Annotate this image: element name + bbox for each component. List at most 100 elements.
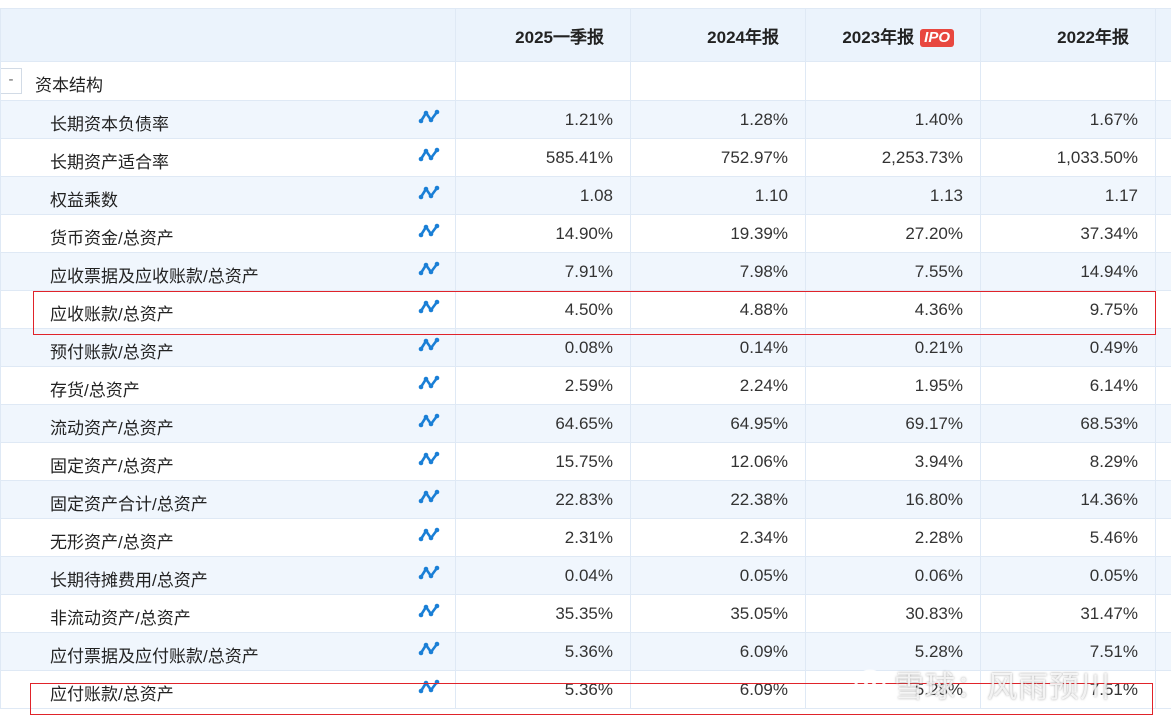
trend-chart-icon[interactable] xyxy=(418,488,442,506)
value-cell: 1.10 xyxy=(630,176,806,215)
row-label: 应收票据及应收账款/总资产 xyxy=(50,267,259,286)
table-row: 长期资本负债率 1.21% 1.28% 1.40% 1.67% xyxy=(0,100,1171,139)
value-cell: 1.95% xyxy=(805,366,981,405)
value-cell: 3.94% xyxy=(805,442,981,481)
edge-cell xyxy=(1155,594,1171,633)
row-label: 预付账款/总资产 xyxy=(50,343,174,362)
table-row: 非流动资产/总资产 35.35% 35.05% 30.83% 31.47% xyxy=(0,594,1171,633)
edge-cell xyxy=(1155,518,1171,557)
trend-chart-icon[interactable] xyxy=(418,298,442,316)
trend-chart-icon[interactable] xyxy=(418,450,442,468)
row-label-cell: 应收票据及应收账款/总资产 xyxy=(0,252,456,291)
trend-chart-icon[interactable] xyxy=(418,640,442,658)
value-cell: 1,033.50% xyxy=(980,138,1156,177)
value-cell: 4.50% xyxy=(455,290,631,329)
trend-chart-icon[interactable] xyxy=(418,336,442,354)
trend-chart-icon[interactable] xyxy=(418,602,442,620)
row-label-cell: 应付账款/总资产 xyxy=(0,670,456,709)
empty-cell xyxy=(630,61,806,101)
value-cell: 5.36% xyxy=(455,632,631,671)
value-cell: 1.67% xyxy=(980,100,1156,139)
row-label-cell: 存货/总资产 xyxy=(0,366,456,405)
ipo-badge: IPO xyxy=(920,28,954,47)
value-cell: 2.34% xyxy=(630,518,806,557)
row-label: 货币资金/总资产 xyxy=(50,229,174,248)
column-header-2025q1[interactable]: 2025一季报 xyxy=(455,8,631,62)
value-cell: 19.39% xyxy=(630,214,806,253)
trend-chart-icon[interactable] xyxy=(418,526,442,544)
value-cell: 1.28% xyxy=(630,100,806,139)
value-cell: 7.91% xyxy=(455,252,631,291)
edge-cell xyxy=(1155,632,1171,671)
row-label-cell: 长期待摊费用/总资产 xyxy=(0,556,456,595)
table-row: 无形资产/总资产 2.31% 2.34% 2.28% 5.46% xyxy=(0,518,1171,557)
row-label: 无形资产/总资产 xyxy=(50,533,174,552)
value-cell: 2,253.73% xyxy=(805,138,981,177)
trend-chart-icon[interactable] xyxy=(418,678,442,696)
value-cell: 14.94% xyxy=(980,252,1156,291)
table-row: 固定资产合计/总资产 22.83% 22.38% 16.80% 14.36% xyxy=(0,480,1171,519)
value-cell: 68.53% xyxy=(980,404,1156,443)
column-header-2022[interactable]: 2022年报 xyxy=(980,8,1156,62)
value-cell: 69.17% xyxy=(805,404,981,443)
value-cell: 752.97% xyxy=(630,138,806,177)
value-cell: 6.14% xyxy=(980,366,1156,405)
table-header-row: 2025一季报 2024年报 2023年报 IPO 2022年报 xyxy=(0,8,1171,62)
empty-cell xyxy=(980,61,1156,101)
value-cell: 0.06% xyxy=(805,556,981,595)
trend-chart-icon[interactable] xyxy=(418,184,442,202)
row-label: 存货/总资产 xyxy=(50,381,140,400)
row-label: 固定资产/总资产 xyxy=(50,457,174,476)
trend-chart-icon[interactable] xyxy=(418,374,442,392)
financial-ratio-table: 2025一季报 2024年报 2023年报 IPO 2022年报 - 资本结构 长… xyxy=(0,8,1171,709)
value-cell: 7.55% xyxy=(805,252,981,291)
edge-cell xyxy=(1155,670,1171,709)
column-header-2024[interactable]: 2024年报 xyxy=(630,8,806,62)
value-cell: 0.21% xyxy=(805,328,981,367)
row-label-cell: 长期资产适合率 xyxy=(0,138,456,177)
value-cell: 35.05% xyxy=(630,594,806,633)
value-cell: 37.34% xyxy=(980,214,1156,253)
value-cell: 1.08 xyxy=(455,176,631,215)
row-label: 长期资产适合率 xyxy=(50,153,169,172)
value-cell: 14.36% xyxy=(980,480,1156,519)
edge-cell xyxy=(1155,290,1171,329)
row-label-cell: 货币资金/总资产 xyxy=(0,214,456,253)
value-cell: 16.80% xyxy=(805,480,981,519)
row-label-cell: 权益乘数 xyxy=(0,176,456,215)
value-cell: 0.05% xyxy=(630,556,806,595)
value-cell: 0.04% xyxy=(455,556,631,595)
trend-chart-icon[interactable] xyxy=(418,260,442,278)
edge-cell xyxy=(1155,480,1171,519)
collapse-toggle-button[interactable]: - xyxy=(1,68,22,94)
edge-cell xyxy=(1155,252,1171,291)
table-row: 应收票据及应收账款/总资产 7.91% 7.98% 7.55% 14.94% xyxy=(0,252,1171,291)
trend-chart-icon[interactable] xyxy=(418,222,442,240)
watermark: 雪球：风雨预川 xyxy=(852,662,1111,706)
trend-chart-icon[interactable] xyxy=(418,108,442,126)
column-header-2023[interactable]: 2023年报 IPO xyxy=(805,8,981,62)
value-cell: 4.88% xyxy=(630,290,806,329)
section-row-capital-structure: - 资本结构 xyxy=(0,61,1171,101)
table-row: 应收账款/总资产 4.50% 4.88% 4.36% 9.75% xyxy=(0,290,1171,329)
value-cell: 1.21% xyxy=(455,100,631,139)
edge-cell xyxy=(1155,442,1171,481)
section-cell: - 资本结构 xyxy=(0,61,456,101)
row-label: 长期资本负债率 xyxy=(50,115,169,134)
section-label: 资本结构 xyxy=(35,76,103,95)
edge-cell xyxy=(1155,214,1171,253)
table-row: 货币资金/总资产 14.90% 19.39% 27.20% 37.34% xyxy=(0,214,1171,253)
value-cell: 27.20% xyxy=(805,214,981,253)
edge-cell xyxy=(1155,176,1171,215)
row-label-cell: 无形资产/总资产 xyxy=(0,518,456,557)
value-cell: 9.75% xyxy=(980,290,1156,329)
header-blank-cell xyxy=(0,8,456,62)
trend-chart-icon[interactable] xyxy=(418,412,442,430)
watermark-text: 雪球：风雨预川 xyxy=(894,671,1111,704)
trend-chart-icon[interactable] xyxy=(418,564,442,582)
table-row: 流动资产/总资产 64.65% 64.95% 69.17% 68.53% xyxy=(0,404,1171,443)
value-cell: 0.05% xyxy=(980,556,1156,595)
value-cell: 14.90% xyxy=(455,214,631,253)
row-label-cell: 应付票据及应付账款/总资产 xyxy=(0,632,456,671)
trend-chart-icon[interactable] xyxy=(418,146,442,164)
